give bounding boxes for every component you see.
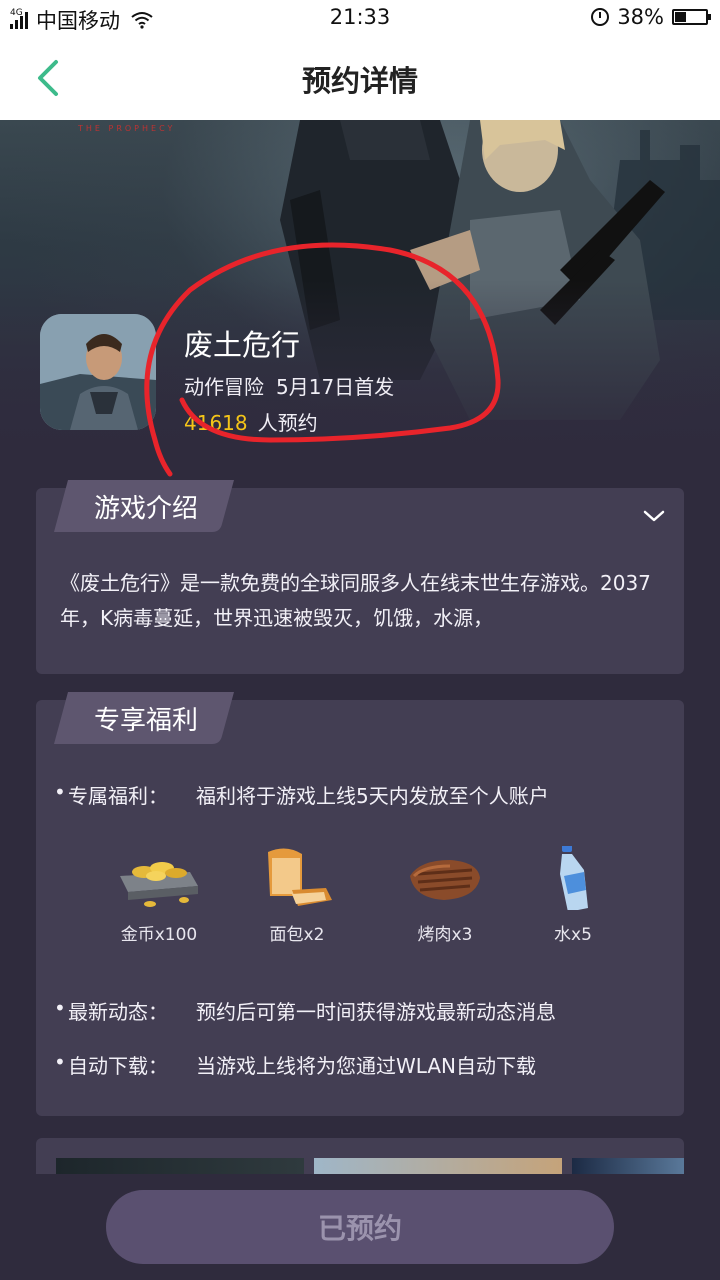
reward-item: 面包x2 xyxy=(232,846,362,945)
reward-item: 金币x100 xyxy=(94,846,224,945)
game-meta: 动作冒险 5月17日首发 xyxy=(184,371,394,400)
bullet-icon: • xyxy=(54,780,66,804)
bottom-action-bar: 已预约 xyxy=(0,1174,720,1280)
benefit-value: 当游戏上线将为您通过WLAN自动下载 xyxy=(196,1054,537,1078)
game-release-date: 5月17日首发 xyxy=(276,375,395,399)
benefit-key: 专属福利： xyxy=(68,784,168,808)
bread-icon xyxy=(268,848,332,906)
reward-label: 水x5 xyxy=(554,925,592,945)
battery-icon xyxy=(672,9,711,25)
benefit-row-autodownload: • 自动下载： 当游戏上线将为您通过WLAN自动下载 xyxy=(54,1050,536,1079)
intro-tab: 游戏介绍 xyxy=(54,480,238,532)
benefits-tab: 专享福利 xyxy=(54,692,238,744)
benefits-card: 专享福利 • 专属福利： 福利将于游戏上线5天内发放至个人账户 金币x100 面… xyxy=(36,692,684,1116)
game-intro-card: 游戏介绍 《废土危行》是一款免费的全球同服多人在线末世生存游戏。2037年，K病… xyxy=(36,480,684,674)
benefits-heading: 专享福利 xyxy=(94,705,199,736)
battery-percent: 38% xyxy=(617,5,664,29)
reservation-number: 41618 xyxy=(184,411,248,435)
game-title: 废土危行 xyxy=(184,328,301,362)
benefit-value: 福利将于游戏上线5天内发放至个人账户 xyxy=(196,784,549,808)
roast-meat-icon xyxy=(410,860,480,900)
reward-label: 烤肉x3 xyxy=(417,925,473,945)
reward-items: 金币x100 面包x2 烤肉x3 水x5 xyxy=(36,846,684,956)
alarm-icon xyxy=(591,8,610,26)
chevron-down-icon[interactable] xyxy=(642,504,666,528)
water-bottle-icon xyxy=(560,846,588,910)
status-right: 38% xyxy=(591,5,711,29)
intro-heading: 游戏介绍 xyxy=(94,493,199,524)
reservation-suffix: 人预约 xyxy=(257,411,318,435)
benefit-value: 预约后可第一时间获得游戏最新动态消息 xyxy=(196,1000,556,1024)
game-genre: 动作冒险 xyxy=(184,375,264,399)
game-icon xyxy=(40,314,156,430)
bullet-icon: • xyxy=(54,996,66,1020)
reward-label: 金币x100 xyxy=(120,925,198,945)
benefit-row-exclusive: • 专属福利： 福利将于游戏上线5天内发放至个人账户 xyxy=(54,780,549,809)
reward-item: 烤肉x3 xyxy=(380,846,510,945)
page-title: 预约详情 xyxy=(301,64,418,98)
bullet-icon: • xyxy=(54,1050,66,1074)
top-navbar: 预约详情 xyxy=(0,36,720,120)
reward-label: 面包x2 xyxy=(269,925,325,945)
reservation-count: 41618 人预约 xyxy=(184,407,318,436)
benefit-row-news: • 最新动态： 预约后可第一时间获得游戏最新动态消息 xyxy=(54,996,556,1025)
status-bar: 4G 中国移动 21:33 38% xyxy=(0,0,720,36)
gold-coins-icon xyxy=(120,862,198,907)
benefit-key: 自动下载： xyxy=(68,1054,168,1078)
reward-item: 水x5 xyxy=(508,846,638,945)
benefit-key: 最新动态： xyxy=(68,1000,168,1024)
reserved-button[interactable]: 已预约 xyxy=(106,1190,614,1264)
intro-text: 《废土危行》是一款免费的全球同服多人在线末世生存游戏。2037年，K病毒蔓延，世… xyxy=(60,571,651,630)
